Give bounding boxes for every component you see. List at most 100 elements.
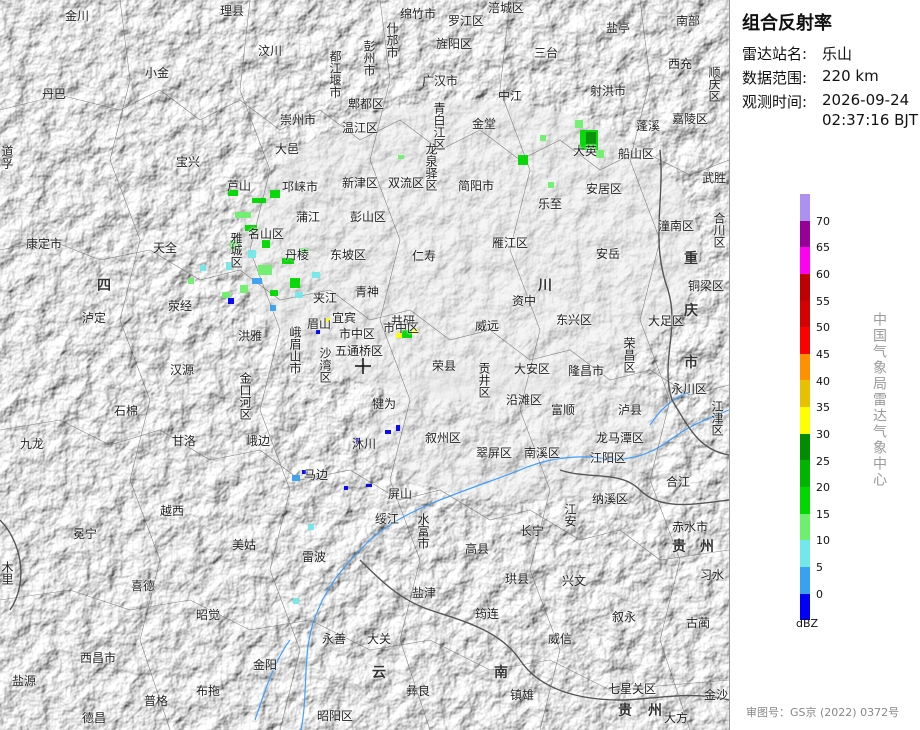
legend-label: 0 (816, 587, 823, 601)
place-name: 芦山 (227, 179, 252, 193)
time-label: 观测时间: (742, 93, 808, 111)
place-name: 长宁 (520, 524, 545, 538)
time-row: 观测时间: 2026-09-24 (742, 91, 909, 112)
legend-label: 25 (816, 454, 830, 468)
place-name: 马边 (304, 468, 329, 482)
place-name: 大关 (367, 632, 392, 646)
place-name: 崇州市 (280, 113, 317, 127)
place-name: 罗江区 (448, 14, 485, 28)
place-name: 武胜 (702, 171, 727, 185)
place-name: 西昌市 (80, 651, 117, 665)
place-name: 市中区 (383, 321, 420, 335)
agency-label: 中国气象局雷达气象中心 (871, 312, 887, 488)
place-name: 彭州市 (362, 40, 376, 76)
place-name: 习水 (700, 568, 725, 582)
place-name: 都江堰市 (328, 50, 342, 98)
place-name: 简阳市 (458, 179, 495, 193)
place-name: 丹棱 (285, 248, 310, 262)
province-label: 庆 (684, 303, 698, 319)
place-name: 镇雄 (510, 688, 535, 702)
place-name: 翠屏区 (476, 446, 513, 460)
place-name: 峨眉山市 (288, 326, 302, 374)
place-name: 三台 (534, 46, 559, 60)
place-name: 沐川 (352, 437, 377, 451)
place-name: 荣昌区 (622, 337, 636, 373)
place-name: 汶川 (258, 44, 283, 58)
place-name: 夹江 (313, 291, 338, 305)
place-name: 合江 (666, 475, 691, 489)
legend-swatch (800, 220, 810, 248)
place-name: 旌阳区 (436, 37, 473, 51)
place-name: 筠连 (475, 607, 500, 621)
legend-swatch (800, 566, 810, 594)
place-name: 永川区 (671, 382, 708, 396)
legend-swatch (800, 460, 810, 488)
color-legend (800, 194, 810, 621)
place-name: 潼南区 (658, 219, 695, 233)
place-name: 泸定 (82, 311, 107, 325)
place-name: 绥江 (375, 512, 400, 526)
place-name: 冕宁 (73, 527, 98, 541)
place-name: 蓬溪 (636, 119, 661, 133)
place-name: 西充 (668, 57, 693, 71)
place-name: 船山区 (618, 147, 655, 161)
place-name: 涪城区 (488, 1, 525, 15)
place-name: 天全 (153, 241, 178, 255)
place-name: 木里 (0, 561, 14, 585)
place-name: 江津区 (710, 400, 724, 436)
range-row: 数据范围: 220 km (742, 67, 879, 88)
place-name: 叙永 (612, 610, 637, 624)
place-name: 彭山区 (350, 210, 387, 224)
place-name: 珙县 (505, 572, 530, 586)
place-name: 汉源 (170, 363, 195, 377)
legend-label: 30 (816, 427, 830, 441)
place-name: 铜梁区 (688, 279, 725, 293)
range-label: 数据范围: (742, 69, 808, 87)
place-name: 盐津 (412, 586, 437, 600)
place-name: 威信 (548, 632, 573, 646)
place-name: 永善 (322, 632, 347, 646)
place-name: 市中区 (339, 327, 376, 341)
province-label: 市 (684, 355, 698, 371)
place-name: 安居区 (586, 182, 623, 196)
place-name: 荥经 (168, 299, 193, 313)
place-name: 昭阳区 (317, 709, 354, 723)
province-label: 贵 (672, 539, 686, 555)
place-name: 威远 (475, 319, 500, 333)
place-name: 名山区 (248, 227, 285, 241)
province-label: 重 (684, 251, 698, 267)
legend-swatch (800, 487, 810, 514)
place-name: 纳溪区 (592, 492, 629, 506)
place-name: 康定市 (26, 237, 63, 251)
place-name: 彝良 (406, 684, 431, 698)
place-name: 金口河区 (238, 372, 252, 420)
place-name: 兴文 (562, 574, 587, 588)
legend-label: 20 (816, 481, 830, 495)
place-name: 叙州区 (425, 431, 462, 445)
place-name: 水富市 (416, 513, 430, 549)
place-name: 仁寿 (412, 249, 437, 263)
info-panel: 组合反射率 雷达站名: 乐山 数据范围: 220 km 观测时间: 2026-0… (729, 0, 920, 730)
legend-swatch (800, 407, 810, 434)
station-label: 雷达站名: (742, 45, 808, 63)
place-name: 大邑 (275, 142, 300, 156)
place-name: 新津区 (342, 176, 379, 190)
place-name: 越西 (160, 504, 185, 518)
place-name: 雷波 (302, 550, 327, 564)
legend-swatch (800, 513, 810, 541)
place-name: 沙湾区 (318, 347, 332, 383)
place-name: 富顺 (551, 403, 576, 417)
place-name: 丹巴 (42, 87, 67, 101)
place-name: 江安 (563, 503, 577, 527)
map-approval-number: 审图号：GS京 (2022) 0372号 (746, 706, 900, 719)
place-name: 东兴区 (556, 313, 593, 327)
place-name: 峨边 (246, 434, 271, 448)
radar-map[interactable]: 金川 理县 汶川 绵竹市 罗江区 涪城区 南部 盐亭 仁寿 丹巴 小金 都江堰市 彭州市 什邡市 旌阳区 广汉… (0, 0, 729, 730)
place-name: 绵竹市 (400, 7, 437, 21)
place-name: 甘洛 (172, 434, 197, 448)
place-name: 郫都区 (348, 97, 385, 111)
place-name: 眉山 (307, 317, 332, 331)
time-date: 2026-09-24 (822, 91, 910, 109)
place-name: 昭觉 (196, 608, 221, 622)
legend-swatch (800, 247, 810, 274)
